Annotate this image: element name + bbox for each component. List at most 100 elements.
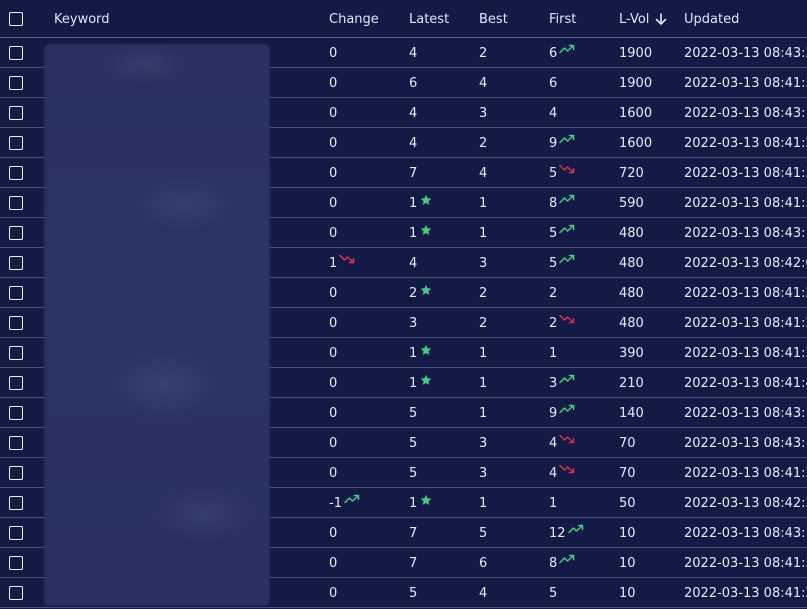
change-cell: 0 [329,42,337,64]
best-cell: 3 [479,432,487,454]
row-checkbox-cell [9,162,23,184]
lvol-value: 50 [619,495,636,511]
row-checkbox-cell [9,282,23,304]
row-checkbox[interactable] [9,436,23,450]
row-checkbox[interactable] [9,256,23,270]
row-checkbox[interactable] [9,586,23,600]
row-checkbox[interactable] [9,556,23,570]
best-cell: 1 [479,372,487,394]
best-value: 3 [479,465,488,481]
row-checkbox-cell [9,522,23,544]
star-icon [420,224,432,236]
row-checkbox[interactable] [9,496,23,510]
row-checkbox[interactable] [9,76,23,90]
row-checkbox-cell [9,72,23,94]
lvol-cell: 480 [619,252,644,274]
first-cell: 2 [549,282,557,304]
best-value: 1 [479,195,488,211]
updated-value: 2022-03-13 08:41:36 [684,465,807,481]
row-checkbox[interactable] [9,166,23,180]
first-cell: 9 [549,402,575,424]
lvol-value: 1600 [619,135,653,151]
trend-down-icon [559,434,575,444]
header-lvol-label: L-Vol [619,11,650,27]
star-icon [420,284,432,296]
change-cell: 0 [329,312,337,334]
header-first[interactable]: First [549,6,576,32]
header-lvol[interactable]: L-Vol [619,6,667,32]
first-cell: 2 [549,312,575,334]
row-checkbox[interactable] [9,46,23,60]
change-value: 0 [329,345,338,361]
updated-value: 2022-03-13 08:41:21 [684,135,807,151]
best-value: 1 [479,225,488,241]
best-value: 4 [479,585,488,601]
header-best-label: Best [479,11,508,27]
row-checkbox[interactable] [9,196,23,210]
best-value: 2 [479,45,488,61]
trend-up-icon [559,254,575,264]
row-checkbox-cell [9,222,23,244]
change-cell: 0 [329,132,337,154]
best-cell: 6 [479,552,487,574]
first-cell: 4 [549,432,575,454]
lvol-value: 720 [619,165,644,181]
header-keyword-label: Keyword [54,11,110,27]
lvol-value: 1600 [619,105,653,121]
star-icon [420,194,432,206]
row-checkbox[interactable] [9,106,23,120]
change-cell: -1 [329,492,360,514]
row-checkbox[interactable] [9,526,23,540]
row-checkbox[interactable] [9,376,23,390]
header-latest-label: Latest [409,11,450,27]
star-icon [420,374,432,386]
first-value: 5 [549,255,558,271]
latest-cell: 3 [409,312,417,334]
row-checkbox-cell [9,402,23,424]
lvol-value: 590 [619,195,644,211]
first-value: 2 [549,315,558,331]
change-value: 0 [329,75,338,91]
first-value: 4 [549,435,558,451]
best-cell: 3 [479,102,487,124]
header-latest[interactable]: Latest [409,6,449,32]
latest-cell: 1 [409,192,432,214]
updated-cell: 2022-03-13 08:43:19 [684,102,807,124]
row-checkbox[interactable] [9,226,23,240]
lvol-cell: 1600 [619,132,652,154]
first-value: 6 [549,45,558,61]
row-checkbox[interactable] [9,136,23,150]
latest-value: 5 [409,435,418,451]
row-checkbox-cell [9,252,23,274]
updated-cell: 2022-03-13 08:43:19 [684,522,807,544]
latest-value: 6 [409,75,418,91]
row-checkbox[interactable] [9,406,23,420]
header-updated[interactable]: Updated [684,6,739,32]
change-value: 0 [329,555,338,571]
lvol-value: 10 [619,525,636,541]
row-checkbox-cell [9,312,23,334]
change-cell: 0 [329,222,337,244]
row-checkbox[interactable] [9,466,23,480]
row-checkbox[interactable] [9,286,23,300]
change-value: 0 [329,585,338,601]
latest-cell: 7 [409,552,417,574]
header-change[interactable]: Change [329,6,379,32]
header-best[interactable]: Best [479,6,508,32]
select-all-checkbox[interactable] [9,12,23,26]
row-checkbox[interactable] [9,346,23,360]
updated-cell: 2022-03-13 08:43:16 [684,222,807,244]
latest-value: 1 [409,345,418,361]
lvol-cell: 480 [619,282,644,304]
latest-value: 5 [409,465,418,481]
header-keyword[interactable]: Keyword [54,6,110,32]
first-cell: 1 [549,342,557,364]
trend-up-icon [559,554,575,564]
updated-cell: 2022-03-13 08:41:37 [684,192,807,214]
lvol-cell: 50 [619,492,636,514]
latest-cell: 2 [409,282,432,304]
first-cell: 12 [549,522,584,544]
first-value: 8 [549,555,558,571]
row-checkbox[interactable] [9,316,23,330]
row-checkbox-cell [9,462,23,484]
